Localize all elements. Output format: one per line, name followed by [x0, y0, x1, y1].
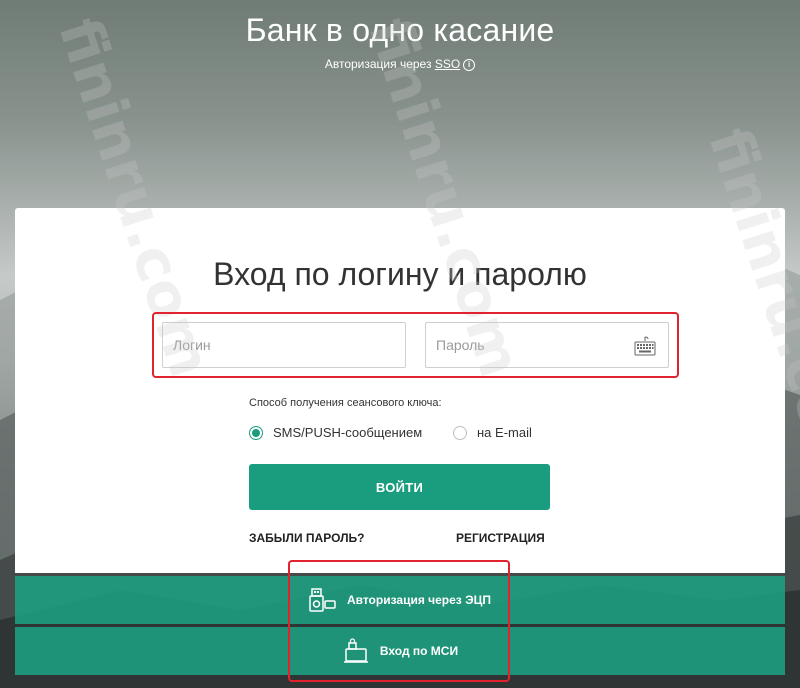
password-input[interactable] [436, 323, 658, 367]
login-button[interactable]: ВОЙТИ [249, 464, 550, 510]
forgot-password-link[interactable]: ЗАБЫЛИ ПАРОЛЬ? [249, 531, 364, 545]
info-icon[interactable]: i [463, 58, 476, 71]
radio-sms-push[interactable]: SMS/PUSH-сообщением [249, 425, 422, 440]
page-title: Банк в одно касание [245, 12, 555, 48]
eds-auth-label: Авторизация через ЭЦП [346, 593, 492, 607]
login-card-title: Вход по логину и паролю [213, 256, 587, 292]
radio-sms-push-indicator[interactable] [249, 425, 263, 440]
session-key-label: Способ получения сеансового ключа: [249, 397, 442, 409]
password-field-wrapper [425, 322, 669, 368]
virtual-keyboard-icon[interactable] [634, 336, 656, 356]
radio-sms-push-label: SMS/PUSH-сообщением [273, 425, 423, 440]
sso-subtitle: Авторизация через SSO i [0, 57, 800, 71]
radio-email-label: на E-mail [477, 425, 532, 440]
usb-token-icon [309, 588, 336, 612]
radio-email-indicator[interactable] [453, 425, 467, 440]
login-input[interactable] [173, 323, 395, 367]
login-card: Вход по логину и паролю Способ получения… [15, 208, 785, 573]
login-field-wrapper [162, 322, 406, 368]
msi-login-button[interactable]: Вход по МСИ [15, 627, 785, 675]
sso-subtitle-text: Авторизация через [324, 57, 435, 71]
radio-email[interactable]: на E-mail [453, 425, 532, 440]
sso-link[interactable]: SSO [435, 57, 460, 71]
eds-auth-button[interactable]: Авторизация через ЭЦП [15, 576, 785, 624]
register-link[interactable]: РЕГИСТРАЦИЯ [456, 531, 545, 545]
lock-screen-icon [343, 638, 368, 663]
msi-login-label: Вход по МСИ [379, 644, 459, 658]
